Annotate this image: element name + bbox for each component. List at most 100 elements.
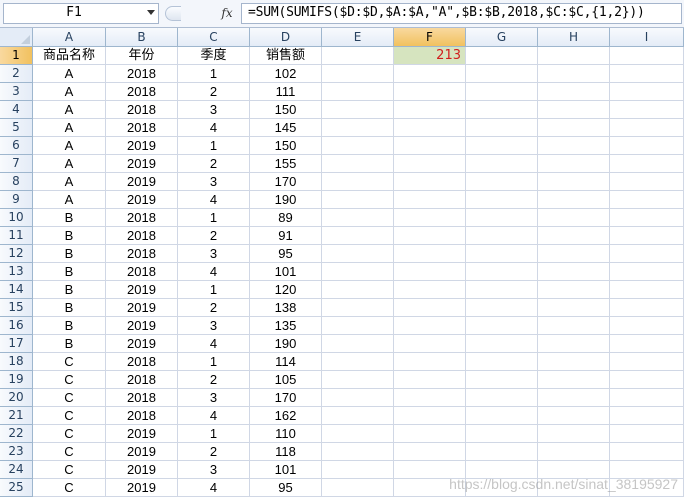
cell-h[interactable] <box>538 245 610 263</box>
cell-a[interactable]: A <box>33 119 106 137</box>
cell-f[interactable] <box>394 173 466 191</box>
cell-a[interactable]: A <box>33 65 106 83</box>
cell-d[interactable]: 170 <box>250 389 322 407</box>
cell-c[interactable]: 4 <box>178 191 250 209</box>
cell-d[interactable]: 170 <box>250 173 322 191</box>
row-header[interactable]: 8 <box>0 173 33 191</box>
cell-f[interactable] <box>394 389 466 407</box>
chevron-down-icon[interactable] <box>147 10 155 15</box>
cell-i[interactable] <box>610 443 684 461</box>
row-header[interactable]: 21 <box>0 407 33 425</box>
cell-i[interactable] <box>610 101 684 119</box>
cell-c[interactable]: 3 <box>178 173 250 191</box>
cell-e[interactable] <box>322 155 394 173</box>
cell-i[interactable] <box>610 407 684 425</box>
cell-h[interactable] <box>538 101 610 119</box>
cell-g[interactable] <box>466 389 538 407</box>
cell-f[interactable] <box>394 299 466 317</box>
row-header[interactable]: 6 <box>0 137 33 155</box>
cell-h[interactable] <box>538 47 610 65</box>
cell-e[interactable] <box>322 299 394 317</box>
cell-i[interactable] <box>610 389 684 407</box>
active-cell[interactable]: 213 <box>394 47 466 65</box>
cell-a[interactable]: C <box>33 461 106 479</box>
cell-c[interactable]: 2 <box>178 227 250 245</box>
cell-c[interactable]: 1 <box>178 281 250 299</box>
cell-b[interactable]: 2018 <box>106 263 178 281</box>
cell-f[interactable] <box>394 227 466 245</box>
cell-e[interactable] <box>322 479 394 497</box>
column-header-c[interactable]: C <box>178 28 250 47</box>
cell-h[interactable] <box>538 155 610 173</box>
cell-b[interactable]: 2019 <box>106 173 178 191</box>
cell-g[interactable] <box>466 83 538 101</box>
cell-b[interactable]: 2019 <box>106 461 178 479</box>
cell-g[interactable] <box>466 425 538 443</box>
cell-b[interactable]: 2018 <box>106 407 178 425</box>
cell-d[interactable]: 118 <box>250 443 322 461</box>
cell-a[interactable]: A <box>33 191 106 209</box>
cell-c[interactable]: 1 <box>178 353 250 371</box>
cell-h[interactable] <box>538 227 610 245</box>
cell-h[interactable] <box>538 65 610 83</box>
cell-g[interactable] <box>466 119 538 137</box>
cell-g[interactable] <box>466 299 538 317</box>
cell-a[interactable]: B <box>33 245 106 263</box>
row-header[interactable]: 12 <box>0 245 33 263</box>
cell-g[interactable] <box>466 47 538 65</box>
cell-d[interactable]: 111 <box>250 83 322 101</box>
cell-a[interactable]: B <box>33 317 106 335</box>
cell-f[interactable] <box>394 443 466 461</box>
row-header[interactable]: 19 <box>0 371 33 389</box>
cell-d[interactable]: 110 <box>250 425 322 443</box>
cell-f[interactable] <box>394 407 466 425</box>
cell-c[interactable]: 2 <box>178 443 250 461</box>
cell-d[interactable]: 150 <box>250 137 322 155</box>
cell-h[interactable] <box>538 425 610 443</box>
cell-c[interactable]: 2 <box>178 299 250 317</box>
cell-e[interactable] <box>322 191 394 209</box>
cell-d[interactable]: 101 <box>250 461 322 479</box>
row-header[interactable]: 7 <box>0 155 33 173</box>
cell-g[interactable] <box>466 281 538 299</box>
cell-h[interactable] <box>538 173 610 191</box>
cell-h[interactable] <box>538 371 610 389</box>
row-header[interactable]: 16 <box>0 317 33 335</box>
cell-h[interactable] <box>538 407 610 425</box>
row-header[interactable]: 11 <box>0 227 33 245</box>
cell-e[interactable] <box>322 281 394 299</box>
formula-input[interactable]: =SUM(SUMIFS($D:$D,$A:$A,"A",$B:$B,2018,$… <box>241 3 682 24</box>
cell-d[interactable]: 95 <box>250 479 322 497</box>
cell-d[interactable]: 101 <box>250 263 322 281</box>
cell-h[interactable] <box>538 83 610 101</box>
cell-c[interactable]: 3 <box>178 245 250 263</box>
cell-c[interactable]: 3 <box>178 317 250 335</box>
cell-a[interactable]: B <box>33 281 106 299</box>
cell-a[interactable]: C <box>33 353 106 371</box>
cell-h[interactable] <box>538 335 610 353</box>
cell-b[interactable]: 2018 <box>106 245 178 263</box>
cell-d[interactable]: 91 <box>250 227 322 245</box>
cell-b[interactable]: 2018 <box>106 101 178 119</box>
row-header[interactable]: 24 <box>0 461 33 479</box>
row-header[interactable]: 3 <box>0 83 33 101</box>
cell-d[interactable]: 155 <box>250 155 322 173</box>
cell-i[interactable] <box>610 245 684 263</box>
cell-d[interactable]: 102 <box>250 65 322 83</box>
column-header-d[interactable]: D <box>250 28 322 47</box>
cell-d[interactable]: 114 <box>250 353 322 371</box>
cell-h[interactable] <box>538 299 610 317</box>
cell-d[interactable]: 150 <box>250 101 322 119</box>
cell-b[interactable]: 2019 <box>106 443 178 461</box>
cell-e[interactable] <box>322 389 394 407</box>
column-header-a[interactable]: A <box>33 28 106 47</box>
cell-c[interactable]: 2 <box>178 155 250 173</box>
cell-c[interactable]: 1 <box>178 425 250 443</box>
cell-a[interactable]: B <box>33 263 106 281</box>
cell-a[interactable]: C <box>33 389 106 407</box>
cell-a[interactable]: A <box>33 137 106 155</box>
cell-b[interactable]: 2018 <box>106 65 178 83</box>
cell-b[interactable]: 2019 <box>106 191 178 209</box>
cell-d[interactable]: 89 <box>250 209 322 227</box>
cell-b[interactable]: 2019 <box>106 479 178 497</box>
